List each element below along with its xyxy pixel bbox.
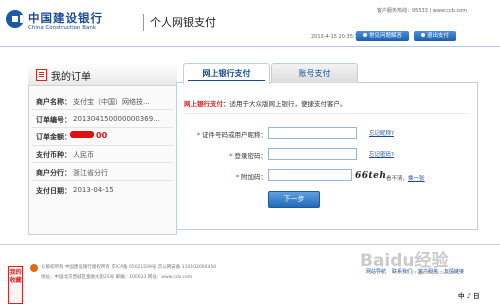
order-list-icon — [36, 69, 47, 81]
next-step-button[interactable]: 下一步 — [268, 191, 320, 208]
username-input[interactable] — [268, 127, 357, 139]
bullet-icon — [420, 33, 425, 37]
order-value-branch: 浙江省分行 — [73, 169, 108, 177]
ccb-logo-icon — [6, 10, 24, 28]
order-value-merchant: 支付宝（中国）网络技... — [73, 98, 150, 106]
row-divider — [32, 109, 173, 110]
row-divider — [32, 162, 173, 163]
ime-toolbar[interactable]: 中 ♪ 日 — [458, 290, 480, 300]
login-intro: 网上银行支付：适用于大众版网上银行，便捷支付客户。 — [184, 100, 347, 108]
order-panel-title: 我的订单 — [51, 72, 91, 83]
field-label-captcha: * 附加码： — [235, 173, 267, 181]
footer-separator — [0, 244, 500, 245]
intro-divider — [184, 113, 469, 114]
bullet-icon — [362, 33, 367, 37]
exit-payment-button[interactable]: 退出支付 — [414, 31, 456, 41]
favorites-stamp[interactable]: 我的收藏 — [8, 266, 23, 304]
hotline-text: 客户服务热线：95533 | www.ccb.com — [377, 8, 468, 14]
row-divider — [32, 180, 173, 181]
order-label-currency: 支付币种： — [36, 151, 71, 159]
amount-redaction — [70, 131, 94, 138]
header-divider — [143, 14, 144, 31]
order-label-merchant: 商户名称： — [36, 98, 71, 106]
footer-copyright: ©版权所有 中国建设银行版权所有 京ICP备 05021509号 京公网安备 1… — [41, 265, 217, 270]
order-panel — [28, 63, 177, 235]
captcha-input[interactable] — [268, 169, 352, 181]
field-label-username: * 证件号码或用户昵称： — [196, 131, 267, 139]
baidu-watermark: Baidu经验 — [360, 251, 449, 271]
order-label-number: 订单编号： — [36, 116, 71, 124]
header-separator — [0, 46, 500, 47]
captcha-hint-text: 看不清， — [386, 176, 409, 182]
tab-online-banking[interactable]: 网上银行支付 — [183, 63, 270, 84]
order-value-currency: 人民币 — [73, 151, 94, 159]
tab-account-payment[interactable]: 账号支付 — [271, 63, 358, 83]
forgot-password-link[interactable]: 忘记密码? — [369, 150, 394, 158]
captcha-hint: 看不清，换一张 — [386, 174, 425, 182]
baidu-watermark-url: jingyan.baidu.com — [412, 270, 459, 276]
order-value-amount: 00 — [96, 131, 108, 140]
datetime-text: 2013-4-15 20:35:17 — [311, 34, 361, 40]
forgot-nickname-link[interactable]: 忘记昵称? — [369, 129, 394, 137]
field-label-password: * 登录密码： — [229, 152, 267, 160]
order-value-number: 201304150000000369... — [73, 115, 160, 123]
captcha-refresh-link[interactable]: 换一张 — [408, 176, 425, 182]
order-value-date: 2013-04-15 — [73, 186, 114, 194]
bank-name-en: China Construction Bank — [28, 25, 97, 31]
row-divider — [32, 127, 173, 128]
row-divider — [32, 145, 173, 146]
order-label-date: 支付日期： — [36, 187, 71, 195]
order-label-amount: 订单金额： — [36, 133, 71, 141]
page-title: 个人网银支付 — [150, 16, 216, 29]
bank-name-cn: 中国建设银行 — [28, 11, 103, 25]
faq-button[interactable]: 常见问题解答 — [356, 31, 409, 41]
password-input[interactable] — [268, 148, 357, 160]
footer-address: 地址：中国北京西城区金融大街25号 邮编：100033 网址：www.ccb.c… — [41, 275, 193, 280]
captcha-image: 66teh — [355, 171, 387, 181]
ccb-small-logo-icon — [30, 264, 38, 272]
order-label-branch: 商户分行： — [36, 169, 71, 177]
